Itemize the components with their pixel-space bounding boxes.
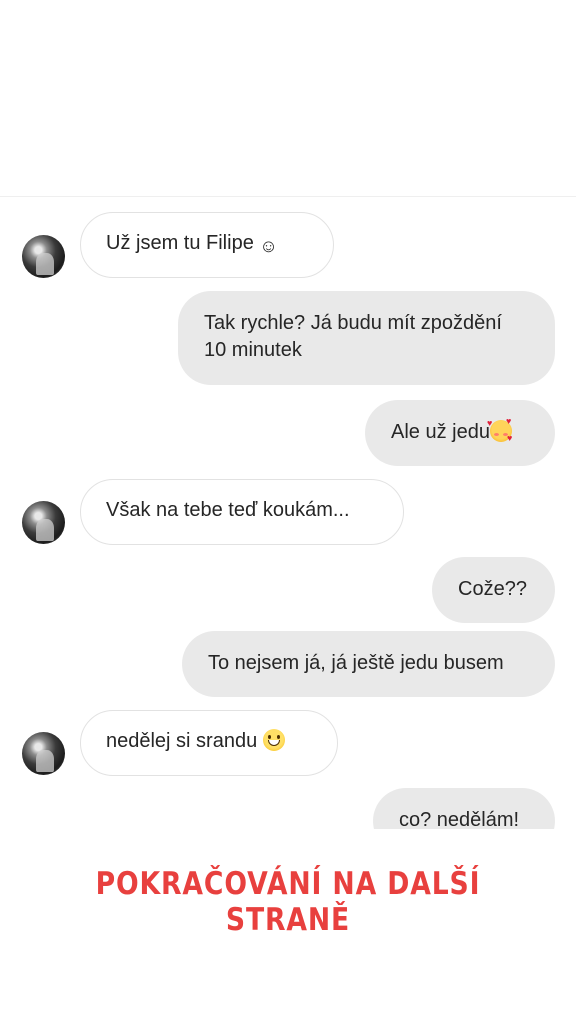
outgoing-message-bubble[interactable]: Cože??	[432, 557, 555, 623]
message-thread[interactable]: Už jsem tu Filipe ☺ Tak rychle? Já budu …	[0, 196, 576, 829]
smiling-face-with-hearts-icon: ♥ ♥ ♥	[486, 416, 513, 443]
outgoing-message-bubble[interactable]: To nejsem já, já ještě jedu busem	[182, 631, 555, 697]
outgoing-message-bubble[interactable]: co? nedělám!	[373, 788, 555, 829]
message-text: nedělej si srandu	[106, 730, 263, 752]
message-text: Už jsem tu Filipe	[106, 232, 260, 254]
outgoing-message-bubble[interactable]: Tak rychle? Já budu mít zpoždění 10 minu…	[178, 291, 555, 385]
grinning-face-icon	[262, 729, 285, 751]
contact-avatar[interactable]	[22, 501, 65, 544]
continuation-banner: POKRAČOVÁNÍ NA DALŠÍ STRANĚ	[95, 866, 481, 938]
message-text: Ale už jedu	[391, 421, 490, 443]
incoming-message-bubble[interactable]: Už jsem tu Filipe ☺	[80, 212, 334, 278]
contact-avatar[interactable]	[22, 732, 65, 775]
message-text: co? nedělám!	[399, 809, 520, 829]
incoming-message-bubble[interactable]: Však na tebe teď koukám...	[80, 479, 404, 545]
outgoing-message-bubble[interactable]: Ale už jedu ♥ ♥ ♥	[365, 400, 555, 466]
incoming-message-bubble[interactable]: nedělej si srandu	[80, 710, 338, 776]
contact-avatar[interactable]	[22, 235, 65, 278]
message-text: Cože??	[458, 578, 527, 600]
message-text: To nejsem já, já ještě jedu busem	[208, 652, 504, 674]
message-text: Však na tebe teď koukám...	[106, 499, 350, 521]
slightly-smiling-face-icon: ☺	[259, 236, 278, 256]
message-text: Tak rychle? Já budu mít zpoždění 10 minu…	[204, 312, 502, 361]
